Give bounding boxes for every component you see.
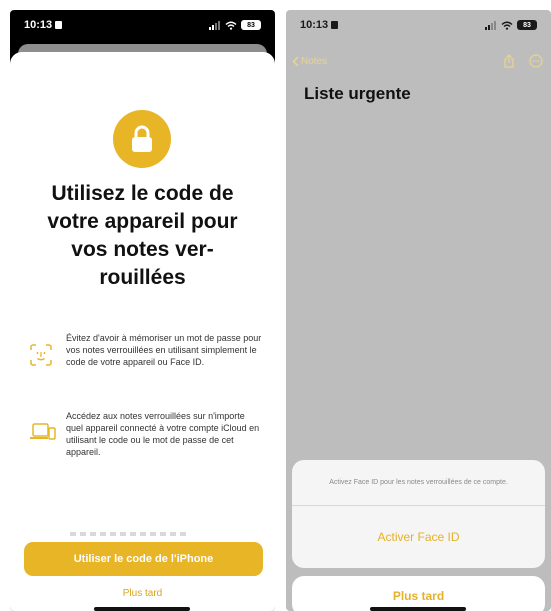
nav-actions [503,54,543,68]
status-time: 10:13 [300,19,329,31]
status-bar: 10:13 83 [286,10,551,40]
share-icon[interactable] [503,54,515,68]
status-left: 10:13 [300,19,339,31]
note-title: Liste urgente [304,84,411,103]
enable-face-id-button[interactable]: Activer Face ID [292,506,545,568]
status-right: 83 [209,20,261,30]
later-button[interactable]: Plus tard [292,576,545,611]
lock-icon [113,110,171,168]
screen-record-icon [55,21,63,29]
later-link[interactable]: Plus tard [10,588,275,599]
screenshot-canvas: 10:13 83 Utilisez le code de votre appar… [0,0,551,611]
notes-navbar: Notes [292,52,543,70]
chevron-left-icon [292,55,299,67]
home-indicator [370,607,466,611]
devices-icon [30,410,56,458]
left-phone-screen: 10:13 83 Utilisez le code de votre appar… [10,10,275,611]
right-phone-screen: 10:13 83 Notes Liste urgente Activez Fac… [286,10,551,611]
action-sheet-message: Activez Face ID pour les notes verrouill… [292,460,545,506]
battery-icon: 83 [517,20,537,30]
feature-text: Évitez d'avoir à mémoriser un mot de pas… [66,333,262,367]
back-label: Notes [301,55,328,67]
clipped-feature-text [70,532,190,536]
signal-icon [209,20,220,30]
home-indicator [94,607,190,611]
screen-record-icon [331,21,339,29]
back-button[interactable]: Notes [292,56,327,67]
feature-row: Évitez d'avoir à mémoriser un mot de pas… [30,332,263,371]
onboarding-sheet: Utilisez le code de votre appareil pour … [10,52,275,611]
signal-icon [485,20,496,30]
wifi-icon [225,21,237,30]
status-bar: 10:13 83 [10,10,275,40]
status-right: 83 [485,20,537,30]
feature-text: Accédez aux notes verrouillées sur n'imp… [66,411,260,457]
sheet-title: Utilisez le code de votre appareil pour … [47,182,238,289]
use-iphone-passcode-button[interactable]: Utiliser le code de l'iPhone [24,542,263,576]
face-id-icon [30,332,56,371]
more-icon[interactable] [529,54,543,68]
action-sheet: Activez Face ID pour les notes verrouill… [292,460,545,568]
wifi-icon [501,21,513,30]
feature-row: Accédez aux notes verrouillées sur n'imp… [30,410,263,458]
battery-icon: 83 [241,20,261,30]
status-time: 10:13 [24,19,53,31]
status-left: 10:13 [24,19,63,31]
